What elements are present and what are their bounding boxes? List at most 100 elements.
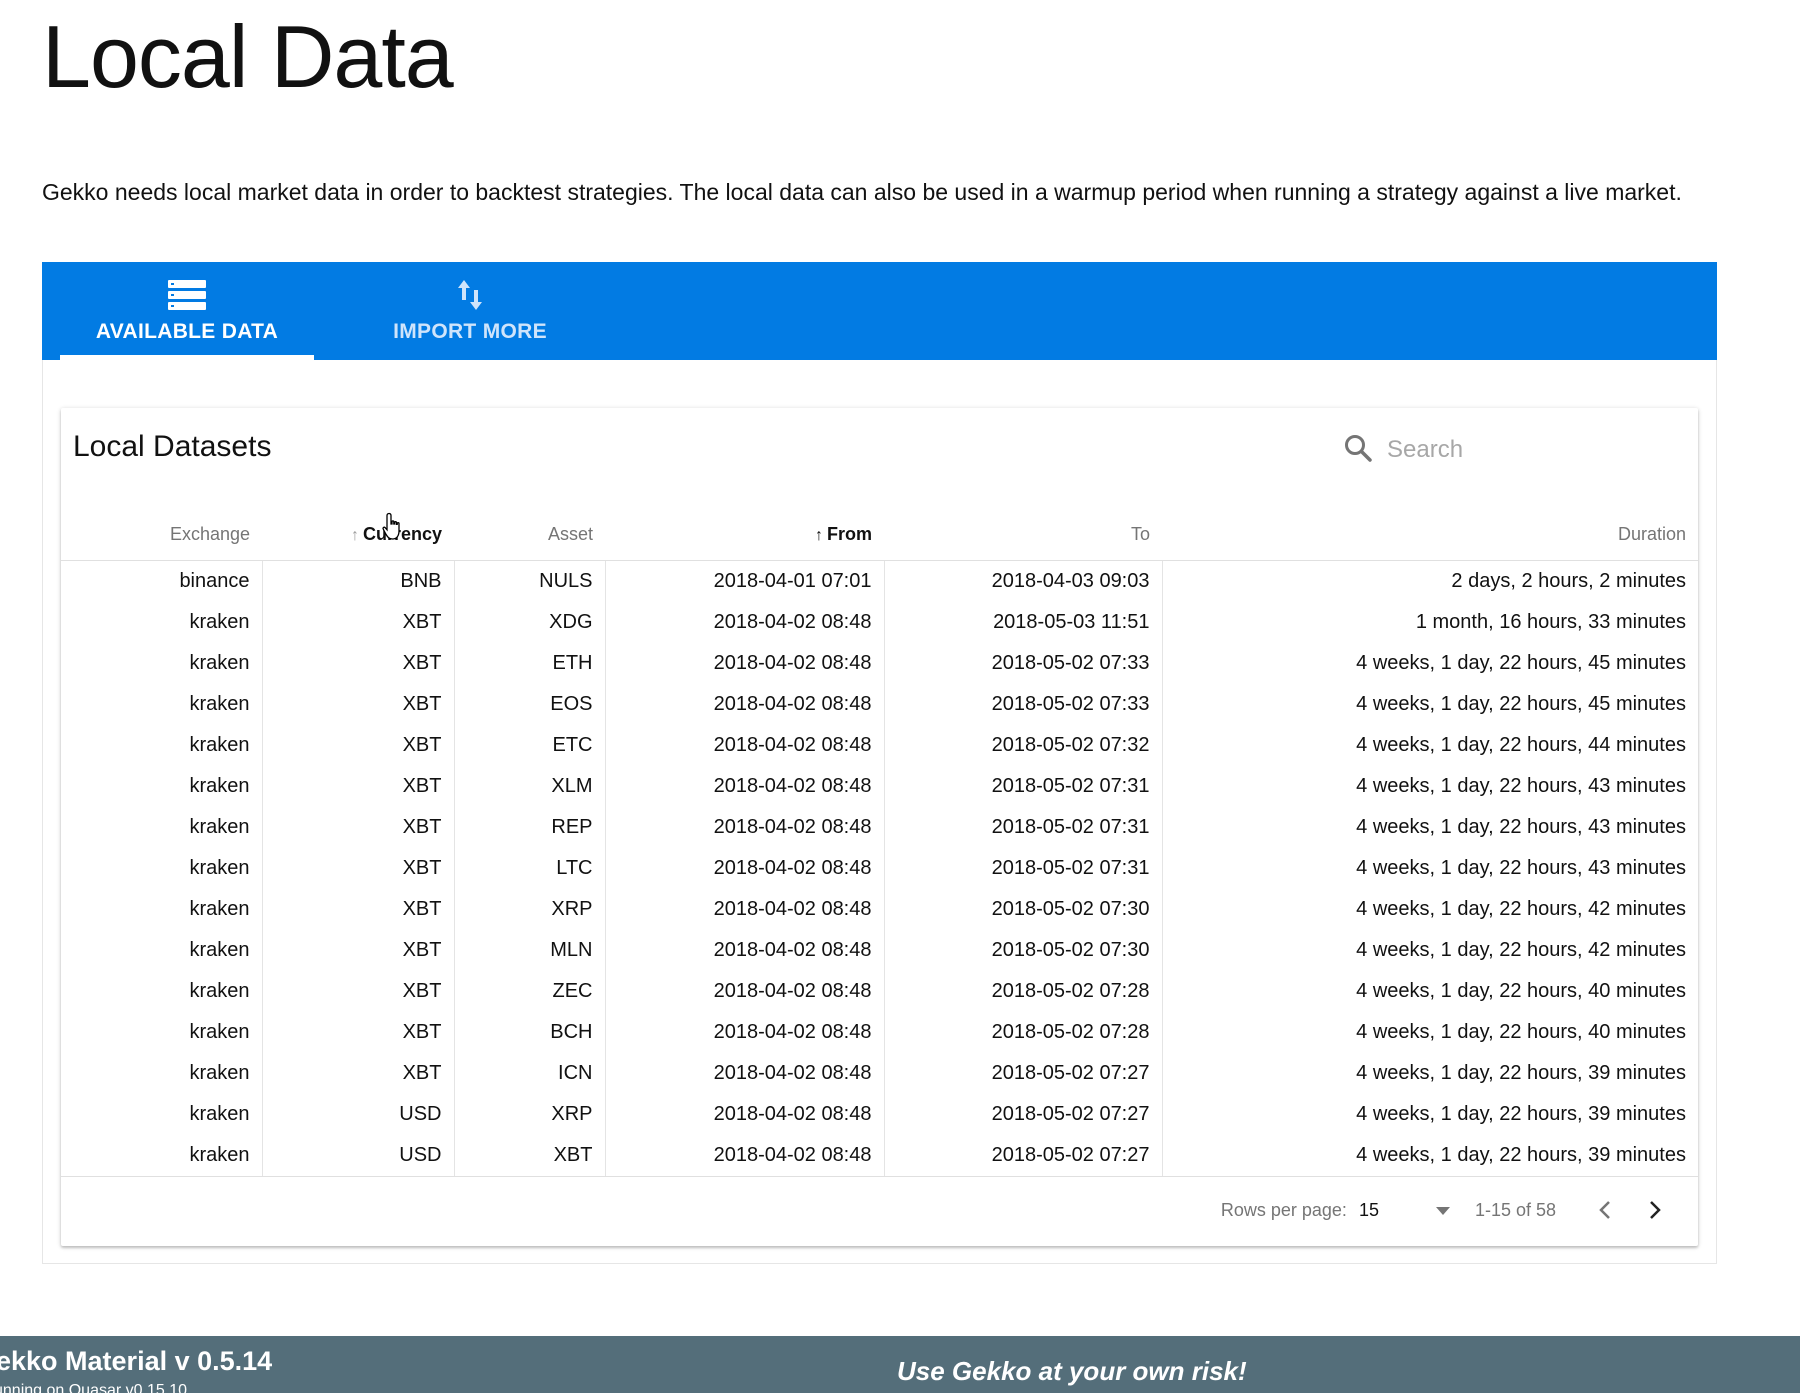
table-row[interactable]: kraken XBT ETC 2018-04-02 08:48 2018-05-02 0… <box>61 725 1698 766</box>
cell-to: 2018-05-02 07:27 <box>884 1053 1163 1094</box>
cell-exchange: kraken <box>61 889 263 930</box>
table-row[interactable]: kraken USD XRP 2018-04-02 08:48 2018-05-02 0… <box>61 1094 1698 1135</box>
cell-duration: 4 weeks, 1 day, 22 hours, 39 minutes <box>1356 1062 1686 1084</box>
cell-duration: 4 weeks, 1 day, 22 hours, 40 minutes <box>1356 980 1686 1002</box>
cell-exchange: kraken <box>61 1012 263 1053</box>
cell-exchange: kraken <box>61 848 263 889</box>
cell-currency: XBT <box>262 889 455 930</box>
previous-page-button[interactable] <box>1580 1200 1630 1220</box>
datasets-table: Exchange ↑ Currency Asset ↑ From To Durati… <box>61 508 1698 1177</box>
card-title: Local Datasets <box>73 430 272 463</box>
table-row[interactable]: kraken XBT LTC 2018-04-02 08:48 2018-05-02 0… <box>61 848 1698 889</box>
sort-arrow-icon: ↑ <box>350 526 359 544</box>
cell-duration: 2 days, 2 hours, 2 minutes <box>1451 570 1686 592</box>
cell-asset: MLN <box>454 930 606 971</box>
cell-duration: 4 weeks, 1 day, 22 hours, 43 minutes <box>1356 775 1686 797</box>
column-header-asset[interactable]: Asset <box>454 508 605 561</box>
tab-label-available-data: AVAILABLE DATA <box>95 320 279 343</box>
cell-to: 2018-05-03 11:51 <box>884 602 1163 643</box>
search-box <box>1343 428 1673 472</box>
cell-exchange: kraken <box>61 1135 263 1177</box>
cell-to: 2018-05-02 07:32 <box>884 725 1163 766</box>
footer-subtitle: unning on Quasar v0.15.10 <box>0 1382 188 1393</box>
cell-exchange: kraken <box>61 643 263 684</box>
cell-exchange: kraken <box>61 1094 263 1135</box>
cell-currency: XBT <box>262 848 455 889</box>
cell-to: 2018-05-02 07:28 <box>884 1012 1163 1053</box>
cell-exchange: kraken <box>61 971 263 1012</box>
cell-currency: XBT <box>262 930 455 971</box>
tab-import-more[interactable]: IMPORT MORE <box>342 262 598 360</box>
cell-from: 2018-04-02 08:48 <box>605 602 885 643</box>
table-row[interactable]: kraken XBT ZEC 2018-04-02 08:48 2018-05-02 0… <box>61 971 1698 1012</box>
table-row[interactable]: kraken XBT REP 2018-04-02 08:48 2018-05-02 0… <box>61 807 1698 848</box>
column-header-duration[interactable]: Duration <box>1162 508 1698 561</box>
cell-asset: REP <box>454 807 606 848</box>
cell-to: 2018-05-02 07:30 <box>884 889 1163 930</box>
table-row[interactable]: kraken XBT XRP 2018-04-02 08:48 2018-05-02 0… <box>61 889 1698 930</box>
intro-text: Gekko needs local market data in order t… <box>42 179 1682 205</box>
cell-currency: USD <box>262 1135 455 1177</box>
table-header-row: Exchange ↑ Currency Asset ↑ From To Durati… <box>61 508 1698 561</box>
cell-duration: 4 weeks, 1 day, 22 hours, 45 minutes <box>1356 693 1686 715</box>
cell-from: 2018-04-02 08:48 <box>605 848 885 889</box>
cell-from: 2018-04-02 08:48 <box>605 1053 885 1094</box>
cell-exchange: kraken <box>61 602 263 643</box>
column-header-currency[interactable]: ↑ Currency <box>262 508 454 561</box>
cell-duration: 1 month, 16 hours, 33 minutes <box>1415 611 1686 633</box>
cell-exchange: kraken <box>61 766 263 807</box>
cell-asset: EOS <box>454 684 606 725</box>
cell-asset: XBT <box>454 1135 606 1177</box>
table-row[interactable]: kraken XBT MLN 2018-04-02 08:48 2018-05-02 0… <box>61 930 1698 971</box>
rows-per-page-select[interactable]: 15 <box>1359 1200 1451 1221</box>
cell-currency: XBT <box>262 602 455 643</box>
list-icon <box>168 278 206 312</box>
cell-asset: ZEC <box>454 971 606 1012</box>
rows-per-page-label: Rows per page: <box>1220 1199 1347 1220</box>
tab-available-data[interactable]: AVAILABLE DATA <box>60 262 314 360</box>
cell-duration: 4 weeks, 1 day, 22 hours, 39 minutes <box>1356 1103 1686 1125</box>
cell-currency: XBT <box>262 643 455 684</box>
cell-asset: XLM <box>454 766 606 807</box>
table-row[interactable]: kraken USD XBT 2018-04-02 08:48 2018-05-02 0… <box>61 1135 1698 1177</box>
cell-asset: XRP <box>454 889 606 930</box>
table-row[interactable]: kraken XBT BCH 2018-04-02 08:48 2018-05-02 0… <box>61 1012 1698 1053</box>
cell-to: 2018-05-02 07:33 <box>884 643 1163 684</box>
column-header-exchange[interactable]: Exchange <box>61 508 262 561</box>
cell-from: 2018-04-02 08:48 <box>605 725 885 766</box>
cell-from: 2018-04-02 08:48 <box>605 1135 885 1177</box>
column-header-to[interactable]: To <box>884 508 1162 561</box>
cell-to: 2018-05-02 07:33 <box>884 684 1163 725</box>
cell-duration: 4 weeks, 1 day, 22 hours, 40 minutes <box>1356 1021 1686 1043</box>
cell-asset: XDG <box>454 602 606 643</box>
table-pagination: Rows per page: 15 1-15 of 58 <box>61 1180 1698 1240</box>
cell-to: 2018-05-02 07:28 <box>884 971 1163 1012</box>
cell-duration: 4 weeks, 1 day, 22 hours, 42 minutes <box>1356 898 1686 920</box>
pagination-range: 1-15 of 58 <box>1474 1199 1556 1220</box>
cell-currency: XBT <box>262 1012 455 1053</box>
table-row[interactable]: kraken XBT EOS 2018-04-02 08:48 2018-05-02 0… <box>61 684 1698 725</box>
cell-currency: XBT <box>262 684 455 725</box>
table-row[interactable]: kraken XBT ICN 2018-04-02 08:48 2018-05-02 0… <box>61 1053 1698 1094</box>
tab-bar: AVAILABLE DATA IMPORT MORE <box>42 262 1717 360</box>
cell-duration: 4 weeks, 1 day, 22 hours, 44 minutes <box>1356 734 1686 756</box>
page-title: Local Data <box>42 7 454 106</box>
cell-from: 2018-04-02 08:48 <box>605 684 885 725</box>
table-row[interactable]: kraken XBT ETH 2018-04-02 08:48 2018-05-02 0… <box>61 643 1698 684</box>
table-row[interactable]: kraken XBT XLM 2018-04-02 08:48 2018-05-02 0… <box>61 766 1698 807</box>
cell-asset: XRP <box>454 1094 606 1135</box>
next-page-button[interactable] <box>1630 1200 1680 1220</box>
table-body: binance BNB NULS 2018-04-01 07:01 2018-04-03… <box>61 560 1698 1177</box>
cell-asset: BCH <box>454 1012 606 1053</box>
search-icon[interactable] <box>1343 433 1373 468</box>
column-header-from[interactable]: ↑ From <box>605 508 884 561</box>
cell-currency: XBT <box>262 725 455 766</box>
cell-asset: ETC <box>454 725 606 766</box>
table-row[interactable]: kraken XBT XDG 2018-04-02 08:48 2018-05-03 1… <box>61 602 1698 643</box>
cell-from: 2018-04-02 08:48 <box>605 1094 885 1135</box>
cell-exchange: kraken <box>61 725 263 766</box>
search-input[interactable] <box>1385 435 1659 465</box>
table-row[interactable]: binance BNB NULS 2018-04-01 07:01 2018-04-03… <box>61 560 1698 602</box>
cell-from: 2018-04-02 08:48 <box>605 930 885 971</box>
sort-arrow-icon: ↑ <box>815 526 823 544</box>
